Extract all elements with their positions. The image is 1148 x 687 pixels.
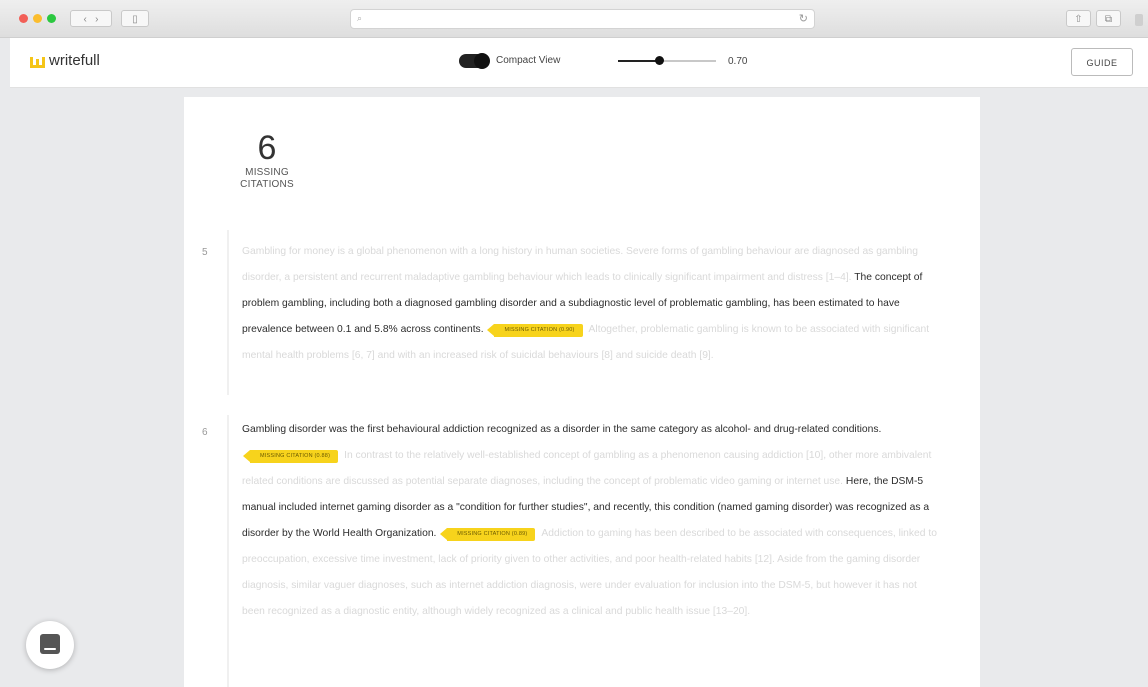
context-sentence: Addiction to gaming has been described t…	[242, 528, 937, 617]
document-panel: 6 MISSING CITATIONS 5 Gambling for money…	[184, 97, 980, 687]
missing-citation-tag[interactable]: MISSING CITATION (0.90)	[487, 324, 583, 337]
chat-icon	[40, 634, 60, 654]
missing-citation-tag[interactable]: MISSING CITATION (0.88)	[242, 450, 339, 463]
back-forward-buttons[interactable]: ‹ ›	[70, 10, 112, 27]
paragraph-number: 6	[202, 427, 208, 438]
missing-citation-tag[interactable]: MISSING CITATION (0.89)	[440, 528, 536, 541]
address-bar[interactable]: ⌕ ↻	[350, 9, 815, 29]
app-toolbar: writefull Compact View 0.70 GUIDE	[10, 38, 1148, 88]
counter-label-line2: CITATIONS	[240, 179, 294, 190]
slider-fill	[618, 60, 660, 62]
sidebar-icon: ▯	[132, 14, 138, 25]
app-name: writefull	[49, 52, 100, 69]
back-icon[interactable]: ‹	[83, 14, 86, 25]
reload-icon[interactable]: ↻	[799, 12, 808, 25]
share-button[interactable]: ⇧	[1066, 10, 1091, 27]
paragraph-divider	[227, 415, 229, 687]
minimize-window-button[interactable]	[33, 14, 42, 23]
app-logo[interactable]: writefull	[30, 52, 100, 69]
paragraph-number: 5	[202, 247, 208, 258]
sidebar-toggle-button[interactable]: ▯	[121, 10, 149, 27]
browser-titlebar: ‹ › ▯ ⌕ ↻ ⇧ ⧉	[0, 0, 1148, 38]
paragraph-text: Gambling for money is a global phenomeno…	[242, 239, 942, 369]
scroll-indicator	[1135, 14, 1143, 26]
close-window-button[interactable]	[19, 14, 28, 23]
flagged-sentence: Gambling disorder was the first behaviou…	[242, 424, 882, 435]
toggle-knob[interactable]	[474, 53, 490, 69]
forward-icon[interactable]: ›	[95, 14, 98, 25]
context-sentence: Gambling for money is a global phenomeno…	[242, 246, 918, 283]
compact-view-label: Compact View	[496, 55, 561, 66]
threshold-slider[interactable]	[618, 56, 716, 65]
slider-handle[interactable]	[655, 56, 665, 65]
maximize-window-button[interactable]	[47, 14, 56, 23]
writefull-logo-icon	[30, 56, 45, 68]
guide-button[interactable]: GUIDE	[1071, 48, 1133, 76]
tabs-button[interactable]: ⧉	[1096, 10, 1121, 27]
tabs-icon: ⧉	[1104, 14, 1113, 25]
paragraph-text: Gambling disorder was the first behaviou…	[242, 417, 942, 625]
share-icon: ⇧	[1074, 14, 1083, 25]
context-sentence: In contrast to the relatively well-estab…	[242, 450, 932, 487]
missing-citations-count: 6	[257, 129, 277, 167]
paragraph-divider	[227, 230, 229, 395]
compact-view-toggle[interactable]	[459, 53, 490, 69]
search-icon: ⌕	[357, 13, 363, 23]
missing-citations-counter: 6 MISSING CITATIONS	[222, 129, 312, 191]
counter-label-line1: MISSING	[245, 167, 289, 178]
chat-button[interactable]	[26, 621, 74, 669]
slider-value: 0.70	[728, 56, 748, 67]
